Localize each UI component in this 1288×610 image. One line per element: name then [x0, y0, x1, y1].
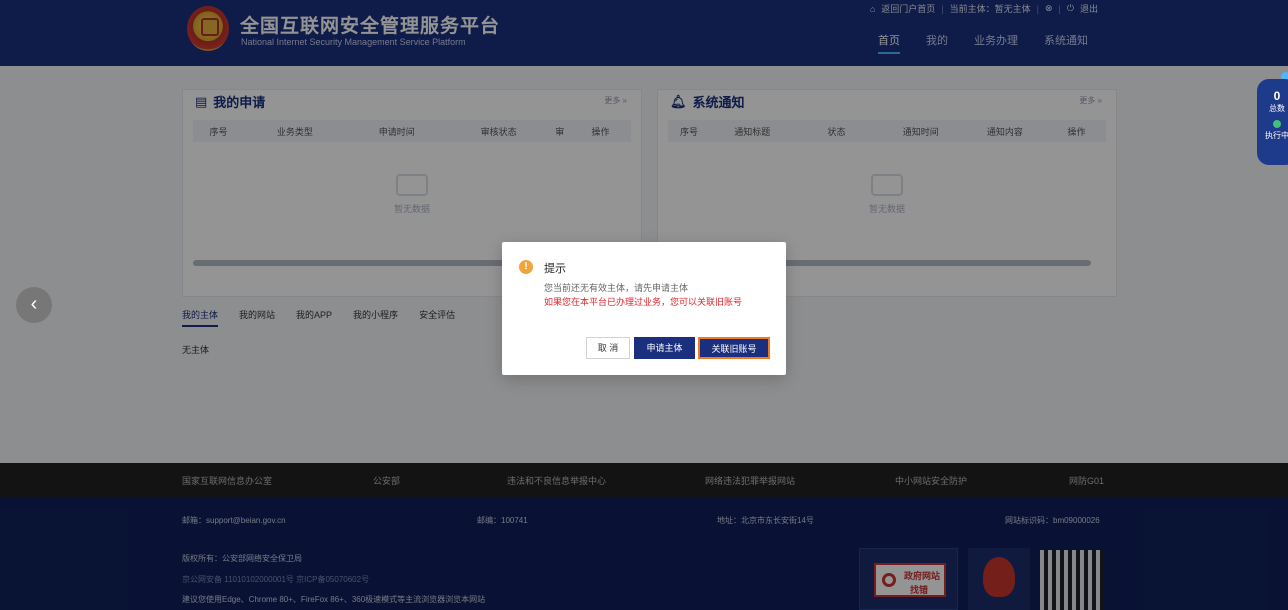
task-count-label: 总数: [1269, 104, 1285, 113]
task-running-label: 执行中: [1265, 131, 1288, 140]
dialog-title: 提示: [544, 263, 566, 275]
warning-icon: !: [519, 260, 533, 274]
prompt-dialog: ! 提示 您当前还无有效主体，请先申请主体 如果您在本平台已办理过业务，您可以关…: [502, 242, 786, 375]
cancel-button[interactable]: 取 消: [586, 337, 630, 359]
link-old-account-button[interactable]: 关联旧账号: [698, 337, 770, 359]
carousel-prev-button[interactable]: ‹: [16, 287, 52, 323]
task-count: 0: [1273, 89, 1281, 103]
dialog-warning: 如果您在本平台已办理过业务，您可以关联旧账号: [544, 297, 743, 307]
apply-subject-button[interactable]: 申请主体: [634, 337, 695, 359]
task-widget[interactable]: 0 总数 执行中: [1257, 79, 1288, 165]
running-dot-icon: [1273, 120, 1281, 128]
dialog-message: 您当前还无有效主体，请先申请主体: [544, 283, 689, 293]
